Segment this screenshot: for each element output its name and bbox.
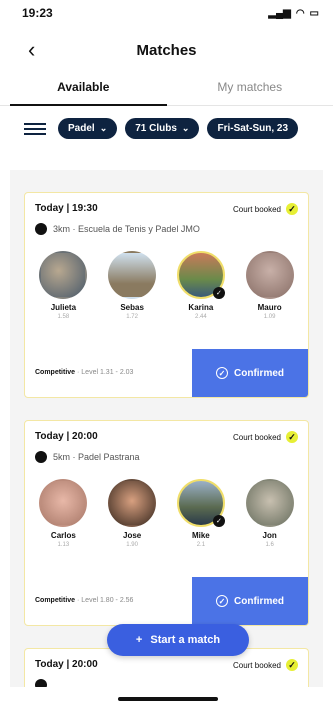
chevron-down-icon: ⌄ [99, 123, 108, 133]
verified-badge-icon: ✓ [212, 515, 225, 527]
avatar: ✓ [176, 479, 225, 527]
level-info: Competitive · Level 1.80 - 2.56 [35, 597, 134, 604]
match-time: Today | 20:00 [35, 431, 98, 442]
tab-available[interactable]: Available [0, 74, 167, 106]
filter-bar: Padel ⌄ 71 Clubs ⌄ Fri-Sat-Sun, 23 [0, 106, 333, 151]
back-button[interactable]: ‹ [28, 37, 35, 63]
chevron-down-icon: ⌄ [181, 123, 190, 133]
player-slot[interactable]: Jose 1.90 [103, 479, 161, 548]
player-slot[interactable]: Mauro 1.09 [241, 251, 299, 320]
filter-sport-chip[interactable]: Padel ⌄ [58, 118, 118, 139]
players-row: Julieta 1.58 Sebas 1.72 ✓ Karina 2.44 Ma… [25, 235, 308, 320]
filter-dates-chip[interactable]: Fri-Sat-Sun, 23 [207, 118, 299, 139]
avatar [108, 251, 157, 299]
check-icon: ✓ [286, 431, 298, 443]
avatar [39, 251, 88, 299]
venue: 5km · Padel Pastrana [25, 443, 308, 463]
page-title: Matches [136, 41, 197, 59]
location-pin-icon [35, 451, 47, 463]
match-time: Today | 20:00 [35, 659, 98, 670]
avatar [108, 479, 157, 527]
player-slot[interactable]: Carlos 1.13 [34, 479, 92, 548]
court-status: Court booked ✓ [233, 431, 298, 443]
player-slot[interactable]: Jon 1.6 [241, 479, 299, 548]
filter-clubs-chip[interactable]: 71 Clubs ⌄ [125, 118, 200, 139]
court-status: Court booked ✓ [233, 659, 298, 671]
tab-my-matches[interactable]: My matches [167, 74, 333, 105]
avatar [245, 479, 294, 527]
confirmed-status: ✓ Confirmed [192, 349, 308, 397]
check-circle-icon: ✓ [216, 367, 228, 379]
wifi-icon: ◠ [295, 7, 305, 19]
avatar [245, 251, 294, 299]
verified-badge-icon: ✓ [212, 287, 225, 299]
player-slot[interactable]: Sebas 1.72 [103, 251, 161, 320]
court-status: Court booked ✓ [233, 203, 298, 215]
player-slot[interactable]: ✓ Mike 2.1 [172, 479, 230, 548]
location-pin-icon [35, 679, 47, 687]
match-time: Today | 19:30 [35, 203, 98, 214]
header: ‹ Matches [0, 26, 333, 74]
tabs: Available My matches [0, 74, 333, 106]
plus-icon: + [135, 634, 143, 646]
status-bar: 19:23 ▂▄▆ ◠ ▭ [0, 0, 333, 26]
status-icons: ▂▄▆ ◠ ▭ [268, 8, 319, 19]
signal-icon: ▂▄▆ [268, 7, 291, 19]
level-info: Competitive · Level 1.31 - 2.03 [35, 369, 134, 376]
venue: 3km · Escuela de Tenis y Padel JMO [25, 215, 308, 235]
player-slot[interactable]: Julieta 1.58 [34, 251, 92, 320]
start-match-button[interactable]: + Start a match [107, 624, 249, 656]
match-card[interactable]: Today | 19:30 Court booked ✓ 3km · Escue… [24, 192, 309, 398]
battery-icon: ▭ [309, 7, 319, 19]
home-indicator [118, 697, 218, 701]
player-slot[interactable]: ✓ Karina 2.44 [172, 251, 230, 320]
players-row: Carlos 1.13 Jose 1.90 ✓ Mike 2.1 Jon 1.6 [25, 463, 308, 548]
avatar [39, 479, 88, 527]
confirmed-status: ✓ Confirmed [192, 577, 308, 625]
match-card[interactable]: Today | 20:00 Court booked ✓ 5km · Padel… [24, 420, 309, 626]
filter-settings-icon[interactable] [24, 122, 46, 135]
avatar: ✓ [176, 251, 225, 299]
check-icon: ✓ [286, 203, 298, 215]
check-icon: ✓ [286, 659, 298, 671]
status-time: 19:23 [22, 6, 53, 20]
location-pin-icon [35, 223, 47, 235]
matches-list: Today | 19:30 Court booked ✓ 3km · Escue… [10, 170, 323, 687]
venue [25, 671, 308, 687]
check-circle-icon: ✓ [216, 595, 228, 607]
